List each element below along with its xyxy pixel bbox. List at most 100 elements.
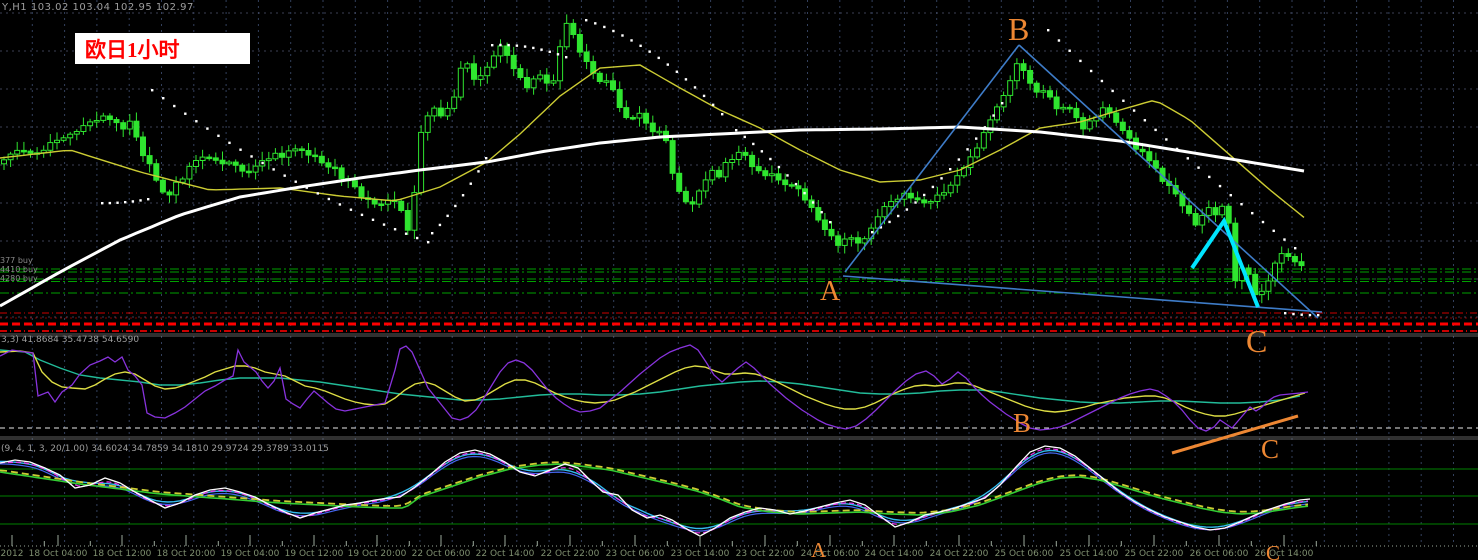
sar-dot [523, 45, 527, 48]
trendline-blue[interactable] [842, 275, 1323, 313]
sar-dot [124, 201, 127, 204]
sar-dot [294, 180, 297, 183]
sar-dot [139, 199, 142, 202]
trendline-blue[interactable] [844, 44, 1020, 273]
bear-candle [338, 167, 345, 180]
sar-dot [469, 182, 472, 185]
bull-candle [1086, 120, 1093, 130]
sar-dot [206, 127, 209, 130]
bull-candle [537, 74, 544, 80]
sar-dot [594, 22, 597, 25]
bear-candle [212, 157, 219, 161]
sar-dot [349, 208, 353, 211]
sar-dot [1218, 184, 1222, 188]
sar-dot [702, 94, 706, 98]
bull-candle [954, 175, 961, 186]
bull-candle [888, 201, 895, 208]
bottom-indicator-values: (9, 4, 1, 3, 20/1.00) 34.6024 34.7859 34… [1, 444, 329, 454]
bear-candle [808, 199, 815, 208]
bear-candle [914, 197, 921, 201]
sar-dot [532, 46, 535, 50]
bear-candle [1298, 261, 1305, 267]
bear-candle [649, 122, 656, 133]
bear-candle [219, 159, 226, 165]
wave-letter-annotation-b: B [1013, 408, 1031, 438]
sar-dot [1197, 166, 1200, 169]
bear-candle [325, 162, 332, 168]
sar-dot [621, 34, 624, 37]
bull-candle [67, 133, 74, 139]
bear-candle [1152, 160, 1159, 169]
bear-candle [398, 200, 405, 212]
bear-candle [1033, 82, 1040, 93]
x-axis-label: 23 Oct 06:00 [606, 549, 665, 559]
x-axis-label: 2012 [1, 549, 24, 559]
sar-dot [116, 201, 119, 204]
bull-candle [60, 137, 67, 141]
bear-candle [517, 68, 524, 78]
bear-candle [676, 172, 683, 192]
sar-dot [1001, 102, 1004, 105]
bull-candle [490, 55, 497, 68]
x-axis-label: 18 Oct 20:00 [157, 549, 216, 559]
bear-candle [629, 117, 636, 120]
bear-candle [782, 179, 789, 186]
bear-candle [279, 152, 285, 158]
bear-candle [437, 107, 444, 117]
sar-dot [327, 197, 331, 201]
bull-candle [735, 151, 742, 160]
bull-candle [252, 165, 259, 173]
bull-candle [934, 194, 941, 203]
bull-candle [729, 159, 736, 163]
sar-dot [1186, 157, 1190, 160]
bear-candle [775, 173, 782, 181]
sar-dot [639, 44, 642, 47]
bull-candle [881, 206, 888, 218]
bear-candle [318, 155, 325, 164]
sar-dot [648, 50, 651, 53]
sar-dot [721, 113, 724, 116]
x-axis-label: 18 Oct 04:00 [29, 549, 88, 559]
bull-candle [1, 159, 7, 165]
x-axis-label: 19 Oct 04:00 [221, 549, 280, 559]
bear-candle [1113, 112, 1120, 123]
bear-candle [1285, 253, 1292, 258]
price-chart-canvas[interactable]: 2012 18 Oct 04:00 18 Oct 12:00 18 Oct 20:00… [0, 0, 1478, 560]
bull-candle [179, 178, 186, 183]
sar-dot [316, 192, 319, 195]
sar-dot [499, 43, 502, 47]
bull-candle [974, 147, 981, 158]
bull-candle [477, 75, 484, 80]
order-line-label: 4280 buy [0, 274, 38, 283]
bear-candle [1080, 117, 1087, 130]
bottom-indicator-green-line [0, 463, 1309, 516]
bull-candle [768, 173, 775, 177]
sar-dot [966, 148, 969, 151]
x-axis-label: 22 Oct 14:00 [476, 549, 535, 559]
sar-dot [515, 44, 519, 47]
sar-dot [338, 203, 342, 206]
bull-candle [457, 67, 464, 98]
sar-dot [975, 137, 978, 140]
bear-candle [153, 163, 160, 181]
sar-dot [666, 63, 669, 66]
sar-dot [431, 232, 434, 235]
sar-dot [415, 236, 419, 240]
bull-candle [1060, 106, 1067, 110]
sar-dot [404, 232, 408, 235]
sar-dot [1047, 29, 1050, 32]
sar-dot [184, 112, 187, 115]
trendline-blue[interactable] [1018, 44, 1319, 319]
sar-dot [931, 185, 935, 189]
bear-candle [623, 107, 630, 118]
bear-candle [1146, 151, 1153, 162]
bear-candle [583, 51, 590, 62]
sar-dot [131, 200, 135, 203]
symbol-ohlc-readout: Y,H1 103.02 103.04 102.95 102.97 [2, 2, 194, 13]
bull-candle [722, 162, 729, 178]
bull-candle [424, 115, 431, 133]
sar-dot [556, 53, 560, 56]
sar-dot [438, 223, 442, 227]
sar-dot [151, 89, 154, 92]
sar-dot [371, 218, 375, 221]
